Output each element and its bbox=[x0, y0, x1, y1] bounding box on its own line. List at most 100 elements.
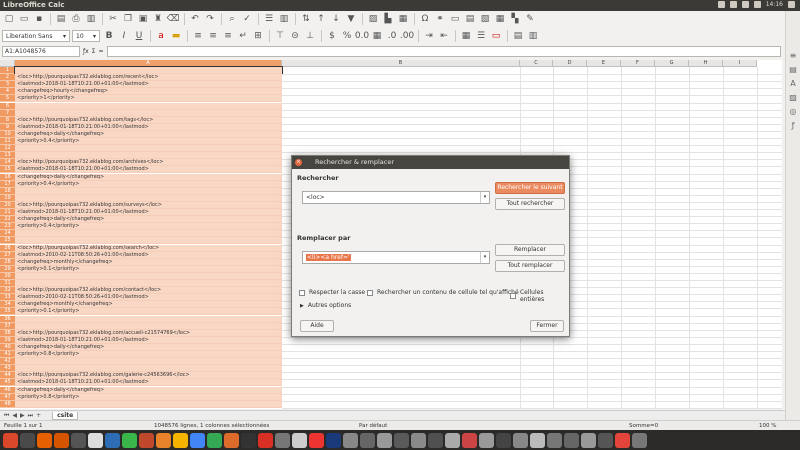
special-character-icon[interactable]: Ω bbox=[418, 12, 432, 26]
pivot-table-icon[interactable]: ▦ bbox=[396, 12, 410, 26]
comment-icon[interactable]: ▭ bbox=[448, 12, 462, 26]
font-size-combo[interactable]: 10 ▾ bbox=[72, 30, 100, 42]
new-icon[interactable]: ▢ bbox=[2, 12, 16, 26]
find-all-button[interactable]: Tout rechercher bbox=[495, 198, 565, 210]
column-header-b[interactable]: B bbox=[282, 60, 520, 67]
redo-icon[interactable]: ↷ bbox=[203, 12, 217, 26]
copy-icon[interactable]: ❐ bbox=[121, 12, 135, 26]
bold-icon[interactable]: B bbox=[102, 29, 116, 43]
row-header[interactable]: 46 bbox=[0, 386, 15, 394]
cell-a[interactable]: <priority>0.4</priority> bbox=[15, 180, 282, 188]
sort-icon[interactable]: ⇅ bbox=[299, 12, 313, 26]
align-bottom-icon[interactable]: ⊥ bbox=[303, 29, 317, 43]
row-header[interactable]: 18 bbox=[0, 187, 15, 195]
navigator-icon[interactable]: ◎ bbox=[790, 107, 797, 116]
cell-a[interactable]: <loc>http://pourquoipas732.eklablog.com/… bbox=[15, 287, 282, 295]
dropbox-icon[interactable] bbox=[717, 1, 725, 8]
cell-a[interactable]: <lastmod>2018-01-18T10:21:00+01:00</last… bbox=[15, 166, 282, 174]
highlight-color-icon[interactable]: ▬ bbox=[169, 29, 183, 43]
app-icon[interactable] bbox=[615, 432, 630, 448]
clone-formatting-icon[interactable]: ♜ bbox=[151, 12, 165, 26]
row-header[interactable]: 13 bbox=[0, 152, 15, 160]
underline-icon[interactable]: U bbox=[132, 29, 146, 43]
cell-a[interactable] bbox=[15, 237, 282, 245]
row-header[interactable]: 6 bbox=[0, 102, 15, 110]
calc-icon[interactable] bbox=[122, 432, 137, 448]
column-header-h[interactable]: H bbox=[689, 60, 723, 67]
font-name-combo[interactable]: Liberation Sans ▾ bbox=[2, 30, 70, 42]
row-header[interactable]: 2 bbox=[0, 74, 15, 82]
entire-cells-checkbox[interactable]: Cellules entières bbox=[510, 289, 569, 303]
add-sheet-icon[interactable]: + bbox=[36, 412, 41, 419]
cell-a[interactable]: <priority>1</priority> bbox=[15, 95, 282, 103]
search-input[interactable]: <loc> ▾ bbox=[302, 191, 490, 204]
app-icon[interactable] bbox=[292, 432, 307, 448]
row-header[interactable]: 45 bbox=[0, 379, 15, 387]
row-header[interactable]: 38 bbox=[0, 329, 15, 337]
terminal-icon[interactable] bbox=[71, 432, 86, 448]
cell-a[interactable]: <loc>http://pourquoipas732.eklablog.com/… bbox=[15, 116, 282, 124]
row-header[interactable]: 11 bbox=[0, 138, 15, 146]
next-sheet-icon[interactable]: ▶ bbox=[20, 412, 25, 419]
cell-a[interactable]: <priority>0.8</priority> bbox=[15, 393, 282, 401]
row-header[interactable]: 9 bbox=[0, 123, 15, 131]
cell-a[interactable] bbox=[15, 187, 282, 195]
align-right-icon[interactable]: ≡ bbox=[221, 29, 235, 43]
formula-input[interactable] bbox=[106, 46, 781, 57]
app-icon[interactable] bbox=[530, 432, 545, 448]
wrap-text-icon[interactable]: ↵ bbox=[236, 29, 250, 43]
cell-a[interactable]: <lastmod>2018-01-18T10:21:00+01:00</last… bbox=[15, 379, 282, 387]
app-icon[interactable] bbox=[564, 432, 579, 448]
row-header[interactable]: 37 bbox=[0, 322, 15, 330]
media-icon[interactable] bbox=[241, 432, 256, 448]
first-sheet-icon[interactable]: ⏮ bbox=[4, 412, 9, 420]
checkbox-box[interactable] bbox=[367, 289, 373, 296]
formatted-display-checkbox[interactable]: Rechercher un contenu de cellule tel qu'… bbox=[367, 289, 519, 296]
chart-icon[interactable]: ▙ bbox=[381, 12, 395, 26]
row-header[interactable]: 26 bbox=[0, 244, 15, 252]
cell-a[interactable]: <lastmod>2018-01-18T10:21:00+01:00</last… bbox=[15, 81, 282, 89]
row-header[interactable]: 4 bbox=[0, 88, 15, 96]
cell-a[interactable] bbox=[14, 65, 283, 76]
match-case-checkbox[interactable]: Respecter la casse bbox=[299, 289, 365, 296]
chevron-down-icon[interactable]: ▾ bbox=[480, 192, 489, 203]
app-icon[interactable] bbox=[275, 432, 290, 448]
app-icon[interactable] bbox=[598, 432, 613, 448]
cell-a[interactable]: <loc>http://pourquoipas732.eklablog.com/… bbox=[15, 244, 282, 252]
print-preview-icon[interactable]: ▥ bbox=[84, 12, 98, 26]
header-footer-icon[interactable]: ▤ bbox=[463, 12, 477, 26]
app-icon[interactable] bbox=[496, 432, 511, 448]
cut-icon[interactable]: ✂ bbox=[106, 12, 120, 26]
row-header[interactable]: 22 bbox=[0, 216, 15, 224]
app-icon[interactable] bbox=[581, 432, 596, 448]
cell-a[interactable]: <loc>http://pourquoipas732.eklablog.com/… bbox=[15, 159, 282, 167]
select-all-corner[interactable] bbox=[0, 60, 15, 67]
borders-icon[interactable]: ▦ bbox=[459, 29, 473, 43]
row-header[interactable]: 31 bbox=[0, 280, 15, 288]
image-icon[interactable]: ▨ bbox=[366, 12, 380, 26]
sort-ascending-icon[interactable]: ↑ bbox=[314, 12, 328, 26]
row-icon[interactable]: ☰ bbox=[262, 12, 276, 26]
row-header[interactable]: 12 bbox=[0, 145, 15, 153]
cell-a[interactable] bbox=[15, 109, 282, 117]
row-header[interactable]: 41 bbox=[0, 351, 15, 359]
more-options-expander[interactable]: ▶ Autres options bbox=[300, 302, 351, 309]
column-header-d[interactable]: D bbox=[553, 60, 587, 67]
replace-input[interactable]: <li><a href=' ▾ bbox=[302, 251, 490, 264]
app-icon[interactable] bbox=[394, 432, 409, 448]
cell-a[interactable]: <changefreq>daily</changefreq> bbox=[15, 386, 282, 394]
files-icon[interactable] bbox=[20, 432, 35, 448]
cell-a[interactable] bbox=[15, 272, 282, 280]
cell-a[interactable] bbox=[15, 280, 282, 288]
cell-a[interactable]: <changefreq>daily</changefreq> bbox=[15, 343, 282, 351]
cell-a[interactable]: <changefreq>hourly</changefreq> bbox=[15, 88, 282, 96]
row-header[interactable]: 1 bbox=[0, 67, 15, 75]
row-header[interactable]: 21 bbox=[0, 209, 15, 217]
cell-a[interactable]: <priority>0.4</priority> bbox=[15, 138, 282, 146]
cell-a[interactable] bbox=[15, 365, 282, 373]
row-header[interactable]: 3 bbox=[0, 81, 15, 89]
row-header[interactable]: 16 bbox=[0, 173, 15, 181]
app-icon[interactable] bbox=[411, 432, 426, 448]
functions-icon[interactable]: ƒ bbox=[792, 121, 795, 130]
blender-icon[interactable] bbox=[224, 432, 239, 448]
